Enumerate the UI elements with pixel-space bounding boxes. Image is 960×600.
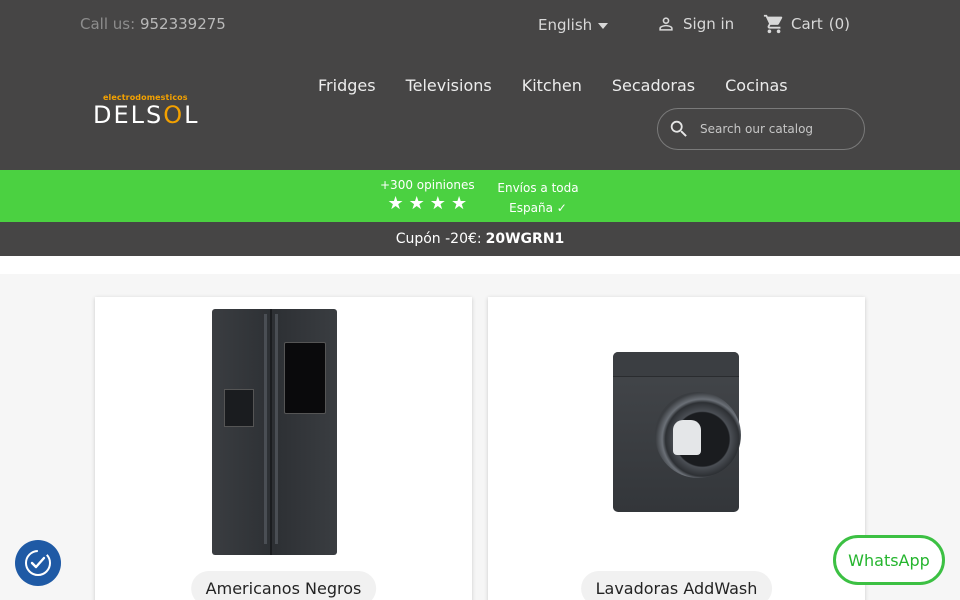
- language-selector[interactable]: English: [538, 16, 609, 34]
- language-label: English: [538, 16, 593, 34]
- sign-in-link[interactable]: Sign in: [656, 14, 734, 34]
- user-icon: [659, 17, 673, 31]
- shipping-line-2: España ✓: [509, 201, 567, 215]
- call-us: Call us: 952339275: [80, 15, 226, 33]
- shipping-line-1: Envíos a toda: [497, 181, 579, 195]
- cart-count: (0): [828, 15, 850, 33]
- star-icon: ★: [429, 193, 446, 214]
- product-card-americanos[interactable]: Americanos Negros: [95, 297, 472, 600]
- reviews-block[interactable]: +300 opiniones ★ ★ ★ ★: [380, 178, 475, 213]
- sign-in-label: Sign in: [683, 15, 735, 33]
- main-nav: Fridges Televisions Kitchen Secadoras Co…: [318, 76, 788, 95]
- divider-strip: [0, 256, 960, 274]
- site-logo[interactable]: electrodomesticos DELSOL: [93, 93, 203, 129]
- star-icon: ★: [408, 193, 425, 214]
- call-us-label: Call us:: [80, 15, 136, 33]
- header: Call us: 952339275 English Sign in Cart …: [0, 0, 960, 170]
- search-box: [657, 108, 865, 150]
- coupon-bar: Cupón -20€: 20WGRN1: [0, 222, 960, 256]
- star-icon: ★: [387, 193, 404, 214]
- cart-label: Cart: [791, 15, 823, 33]
- nav-item-televisions[interactable]: Televisions: [406, 76, 492, 95]
- coupon-code: 20WGRN1: [485, 231, 565, 247]
- nav-item-kitchen[interactable]: Kitchen: [522, 76, 582, 95]
- caret-down-icon: [598, 23, 609, 29]
- accessibility-icon: [25, 550, 51, 576]
- fridge-image: [212, 309, 337, 555]
- rating-stars: ★ ★ ★ ★: [380, 195, 475, 213]
- product-card-addwash[interactable]: Lavadoras AddWash: [488, 297, 865, 600]
- logo-wordmark: DELSOL: [93, 101, 200, 129]
- search-icon[interactable]: [668, 118, 690, 140]
- nav-item-fridges[interactable]: Fridges: [318, 76, 376, 95]
- promo-bar: +300 opiniones ★ ★ ★ ★ Envíos a toda Esp…: [0, 170, 960, 222]
- product-label[interactable]: Lavadoras AddWash: [580, 571, 773, 600]
- cart-link[interactable]: Cart (0): [763, 13, 850, 35]
- accessibility-button[interactable]: [15, 540, 61, 586]
- product-label[interactable]: Americanos Negros: [190, 571, 377, 600]
- reviews-label: +300 opiniones: [380, 178, 475, 192]
- phone-link[interactable]: 952339275: [140, 15, 226, 33]
- star-icon: ★: [450, 193, 468, 214]
- cart-icon: [763, 14, 783, 34]
- shipping-block: Envíos a toda España ✓: [494, 178, 582, 218]
- search-input[interactable]: [700, 122, 850, 136]
- nav-item-secadoras[interactable]: Secadoras: [612, 76, 695, 95]
- coupon-label: Cupón -20€:: [395, 231, 482, 247]
- washer-image: [613, 352, 741, 512]
- whatsapp-button[interactable]: WhatsApp: [833, 535, 945, 585]
- nav-item-cocinas[interactable]: Cocinas: [725, 76, 787, 95]
